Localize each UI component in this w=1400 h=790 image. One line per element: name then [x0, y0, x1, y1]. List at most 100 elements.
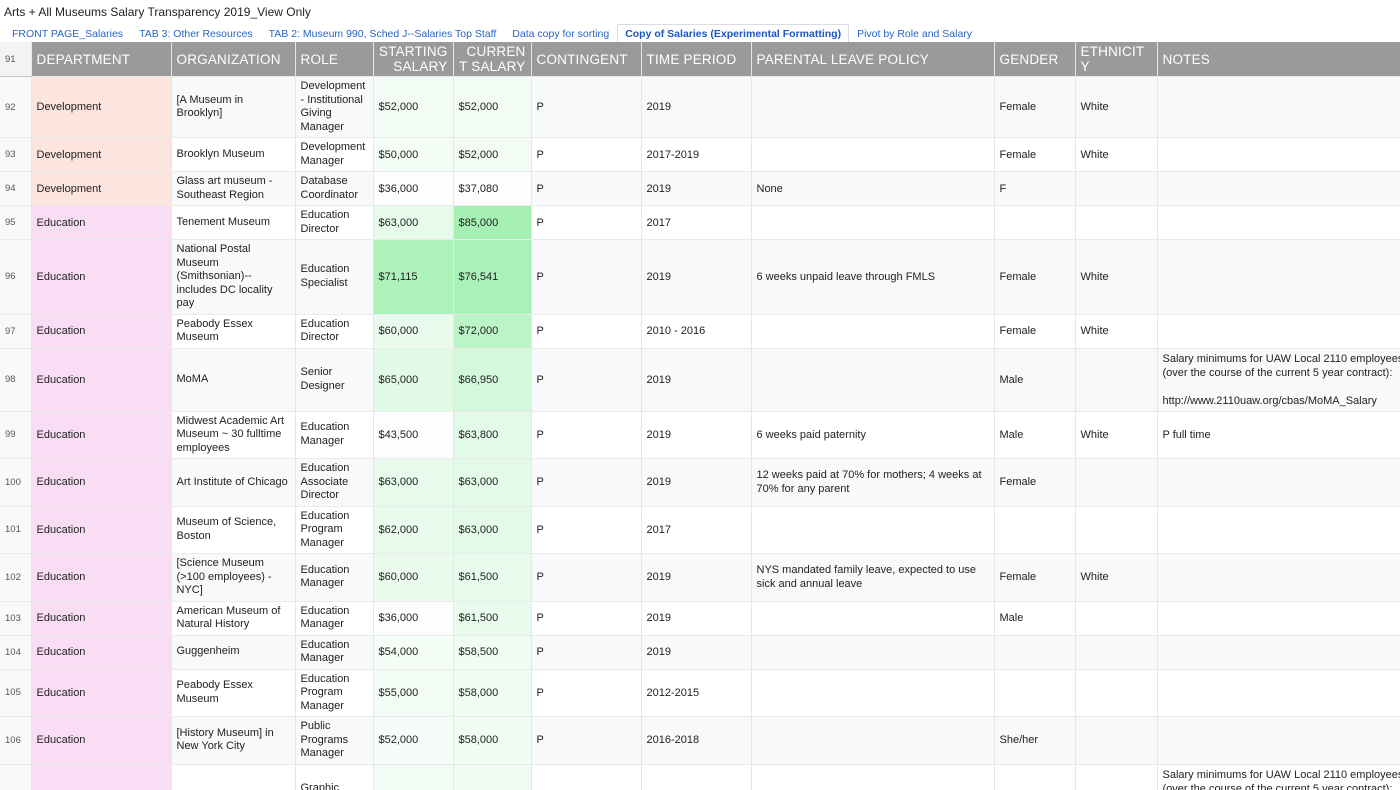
cell-parental_leave_policy[interactable] — [751, 137, 995, 172]
cell-parental_leave_policy[interactable] — [751, 669, 995, 717]
column-header-current_salary[interactable]: CURRENT SALARY — [453, 42, 532, 77]
cell-time_period[interactable]: 2019 — [641, 458, 752, 507]
cell-notes[interactable] — [1157, 76, 1400, 138]
cell-gender[interactable]: Female — [994, 76, 1076, 138]
cell-time_period[interactable]: 2019 — [641, 553, 752, 602]
cell-time_period[interactable]: 2019 — [641, 171, 752, 206]
cell-notes[interactable] — [1157, 239, 1400, 315]
cell-organization[interactable]: National Postal Museum (Smithsonian)--in… — [171, 239, 296, 315]
cell-contingent[interactable]: P — [531, 205, 642, 240]
row-number[interactable]: 97 — [0, 314, 32, 349]
cell-organization[interactable]: MoMA — [171, 764, 296, 790]
cell-organization[interactable]: Museum of Science, Boston — [171, 506, 296, 554]
cell-role[interactable]: Education Program Manager — [295, 669, 374, 717]
row-number[interactable]: 98 — [0, 348, 32, 412]
sheet-tab-3[interactable]: Data copy for sorting — [504, 24, 617, 44]
column-header-organization[interactable]: ORGANIZATION — [171, 42, 296, 77]
cell-organization[interactable]: [History Museum] in New York City — [171, 716, 296, 765]
cell-gender[interactable]: She/her — [994, 716, 1076, 765]
cell-role[interactable]: Education Director — [295, 205, 374, 240]
column-header-notes[interactable]: NOTES — [1157, 42, 1400, 77]
cell-time_period[interactable]: 2010 - 2016 — [641, 314, 752, 349]
cell-parental_leave_policy[interactable] — [751, 635, 995, 670]
cell-gender[interactable] — [994, 506, 1076, 554]
cell-role[interactable]: Education Manager — [295, 601, 374, 636]
cell-ethnicity[interactable] — [1075, 171, 1158, 206]
cell-organization[interactable]: Midwest Academic Art Museum ~ 30 fulltim… — [171, 411, 296, 459]
cell-starting_salary[interactable]: $63,000 — [373, 205, 454, 240]
column-header-contingent[interactable]: CONTINGENT — [531, 42, 642, 77]
cell-role[interactable]: Public Programs Manager — [295, 716, 374, 765]
cell-gender[interactable]: Male — [994, 411, 1076, 459]
cell-ethnicity[interactable]: White — [1075, 239, 1158, 315]
cell-role[interactable]: Database Coordinator — [295, 171, 374, 206]
cell-contingent[interactable]: P — [531, 137, 642, 172]
cell-parental_leave_policy[interactable]: None — [751, 171, 995, 206]
cell-department[interactable]: Development — [31, 171, 172, 206]
cell-organization[interactable]: MoMA — [171, 348, 296, 412]
cell-ethnicity[interactable] — [1075, 716, 1158, 765]
cell-contingent[interactable]: P — [531, 458, 642, 507]
cell-current_salary[interactable]: $52,000 — [453, 137, 532, 172]
cell-organization[interactable]: American Museum of Natural History — [171, 601, 296, 636]
row-number[interactable]: 105 — [0, 669, 32, 717]
cell-starting_salary[interactable]: $60,000 — [373, 314, 454, 349]
cell-gender[interactable] — [994, 205, 1076, 240]
sheet-tab-4[interactable]: Copy of Salaries (Experimental Formattin… — [617, 24, 850, 44]
cell-department[interactable]: Education — [31, 458, 172, 507]
cell-organization[interactable]: Tenement Museum — [171, 205, 296, 240]
column-header-department[interactable]: DEPARTMENT — [31, 42, 172, 77]
cell-organization[interactable]: [A Museum in Brooklyn] — [171, 76, 296, 138]
cell-parental_leave_policy[interactable] — [751, 764, 995, 790]
cell-current_salary[interactable]: $63,800 — [453, 411, 532, 459]
cell-current_salary[interactable]: $76,541 — [453, 239, 532, 315]
cell-contingent[interactable]: P — [531, 635, 642, 670]
cell-role[interactable]: Development Manager — [295, 137, 374, 172]
cell-contingent[interactable]: P — [531, 239, 642, 315]
cell-current_salary[interactable]: $63,000 — [453, 506, 532, 554]
cell-ethnicity[interactable] — [1075, 601, 1158, 636]
cell-role[interactable]: Education Program Manager — [295, 506, 374, 554]
cell-current_salary[interactable]: $72,000 — [453, 314, 532, 349]
cell-department[interactable]: Education — [31, 601, 172, 636]
column-header-starting_salary[interactable]: STARTING SALARY — [373, 42, 454, 77]
row-number[interactable]: 103 — [0, 601, 32, 636]
cell-department[interactable]: Education — [31, 348, 172, 412]
cell-ethnicity[interactable]: White — [1075, 76, 1158, 138]
cell-starting_salary[interactable]: $52,000 — [373, 716, 454, 765]
cell-parental_leave_policy[interactable]: 6 weeks unpaid leave through FMLS — [751, 239, 995, 315]
cell-time_period[interactable]: 2019 — [641, 348, 752, 412]
cell-current_salary[interactable]: $85,000 — [453, 205, 532, 240]
cell-notes[interactable] — [1157, 314, 1400, 349]
cell-contingent[interactable]: P — [531, 76, 642, 138]
cell-organization[interactable]: Brooklyn Museum — [171, 137, 296, 172]
cell-starting_salary[interactable]: $43,500 — [373, 411, 454, 459]
cell-ethnicity[interactable]: White — [1075, 553, 1158, 602]
cell-time_period[interactable]: 2012-2015 — [641, 669, 752, 717]
cell-contingent[interactable]: P — [531, 764, 642, 790]
cell-department[interactable]: Education — [31, 764, 172, 790]
cell-role[interactable]: Education Associate Director — [295, 458, 374, 507]
cell-contingent[interactable]: P — [531, 669, 642, 717]
cell-starting_salary[interactable]: $36,000 — [373, 601, 454, 636]
cell-current_salary[interactable]: $52,000 — [453, 76, 532, 138]
cell-notes[interactable] — [1157, 716, 1400, 765]
cell-parental_leave_policy[interactable] — [751, 506, 995, 554]
cell-department[interactable]: Education — [31, 411, 172, 459]
cell-role[interactable]: Education Director — [295, 314, 374, 349]
cell-current_salary[interactable]: $63,000 — [453, 458, 532, 507]
cell-parental_leave_policy[interactable] — [751, 205, 995, 240]
cell-role[interactable]: Education Specialist — [295, 239, 374, 315]
cell-starting_salary[interactable]: $52,000 — [373, 76, 454, 138]
cell-gender[interactable]: F — [994, 171, 1076, 206]
cell-parental_leave_policy[interactable] — [751, 348, 995, 412]
cell-current_salary[interactable]: $61,500 — [453, 553, 532, 602]
cell-starting_salary[interactable]: $50,000 — [373, 137, 454, 172]
cell-time_period[interactable]: 2019 — [641, 635, 752, 670]
cell-role[interactable]: Senior Designer — [295, 348, 374, 412]
row-number[interactable]: 102 — [0, 553, 32, 602]
cell-gender[interactable]: Male — [994, 764, 1076, 790]
cell-notes[interactable] — [1157, 458, 1400, 507]
cell-contingent[interactable]: P — [531, 553, 642, 602]
cell-notes[interactable] — [1157, 205, 1400, 240]
